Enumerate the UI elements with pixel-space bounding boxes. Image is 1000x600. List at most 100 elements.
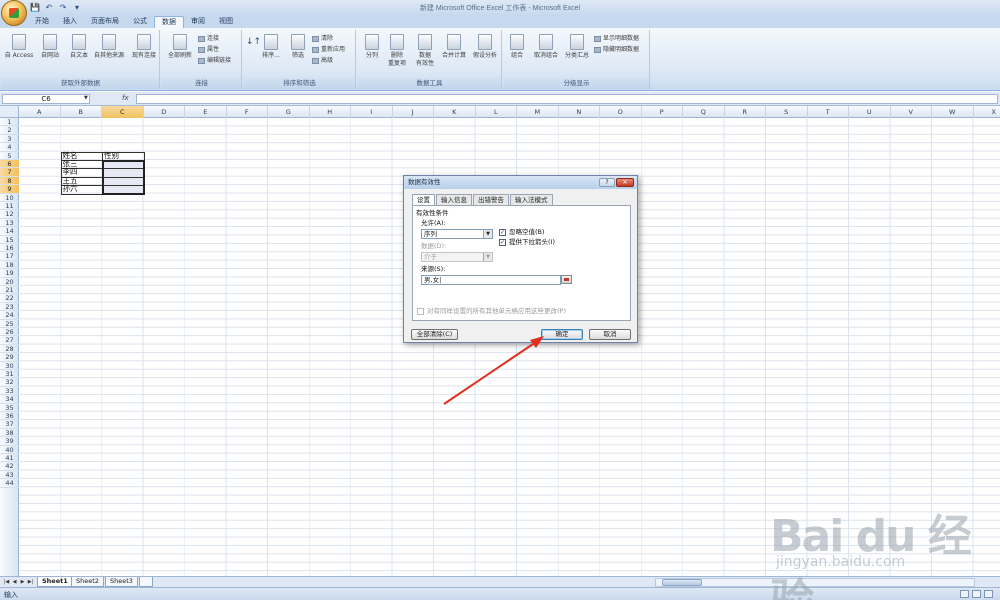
column-header-s[interactable]: S [766, 106, 808, 118]
range-picker-icon[interactable] [561, 275, 572, 284]
row-header-37[interactable]: 37 [0, 420, 19, 429]
column-header-a[interactable]: A [19, 106, 61, 118]
row-header-11[interactable]: 11 [0, 202, 19, 211]
advanced-filter-button[interactable]: 高级 [312, 57, 333, 65]
row-header-36[interactable]: 36 [0, 412, 19, 421]
insert-sheet-icon[interactable] [139, 577, 153, 587]
cancel-button[interactable]: 取消 [589, 329, 631, 340]
row-header-10[interactable]: 10 [0, 194, 19, 202]
column-header-f[interactable]: F [227, 106, 268, 118]
cell-c5[interactable]: 性别 [102, 151, 144, 160]
column-header-u[interactable]: U [849, 106, 891, 118]
chevron-down-icon[interactable]: ▼ [84, 95, 88, 101]
formula-input[interactable] [136, 94, 998, 104]
row-header-19[interactable]: 19 [0, 269, 19, 278]
column-header-w[interactable]: W [932, 106, 974, 118]
row-header-1[interactable]: 1 [0, 118, 19, 127]
tab-1[interactable]: 插入 [56, 16, 84, 28]
clear-all-button[interactable]: 全部清除(C) [411, 329, 458, 340]
row-header-40[interactable]: 40 [0, 446, 19, 454]
name-box[interactable]: C6 [2, 94, 90, 104]
row-header-26[interactable]: 26 [0, 328, 19, 337]
edit-links-button[interactable]: 编辑链接 [198, 57, 231, 65]
row-header-30[interactable]: 30 [0, 362, 19, 370]
first-sheet-icon[interactable]: |◀ [3, 578, 10, 586]
page-layout-icon[interactable] [972, 590, 981, 598]
tab-5[interactable]: 审阅 [184, 16, 212, 28]
row-header-22[interactable]: 22 [0, 294, 19, 303]
column-header-e[interactable]: E [185, 106, 227, 118]
row-header-25[interactable]: 25 [0, 320, 19, 328]
row-header-3[interactable]: 3 [0, 135, 19, 144]
row-header-23[interactable]: 23 [0, 303, 19, 312]
column-header-g[interactable]: G [268, 106, 310, 118]
row-header-32[interactable]: 32 [0, 378, 19, 387]
tab-ime-mode[interactable]: 输入法模式 [510, 194, 553, 205]
sort-button[interactable]: 排序... [258, 34, 284, 60]
filter-button[interactable]: 筛选 [286, 34, 310, 60]
row-header-31[interactable]: 31 [0, 370, 19, 379]
scrollbar-thumb[interactable] [662, 579, 702, 586]
column-header-o[interactable]: O [600, 106, 642, 118]
row-header-44[interactable]: 44 [0, 479, 19, 488]
row-header-6[interactable]: 6 [0, 160, 19, 169]
column-header-j[interactable]: J [393, 106, 434, 118]
subtotal-button[interactable]: 分类汇总 [562, 34, 592, 60]
tab-2[interactable]: 页面布局 [84, 16, 126, 28]
office-button[interactable] [1, 0, 27, 26]
column-header-l[interactable]: L [476, 106, 517, 118]
row-header-12[interactable]: 12 [0, 210, 19, 219]
row-header-38[interactable]: 38 [0, 429, 19, 438]
row-header-4[interactable]: 4 [0, 143, 19, 152]
row-header-20[interactable]: 20 [0, 278, 19, 286]
row-header-35[interactable]: 35 [0, 404, 19, 412]
tab-0[interactable]: 开始 [28, 16, 56, 28]
apply-all-checkbox[interactable] [417, 308, 424, 315]
row-header-9[interactable]: 9 [0, 185, 19, 194]
active-cell-border[interactable] [102, 160, 145, 195]
tab-6[interactable]: 视图 [212, 16, 240, 28]
what-if-analysis-button[interactable]: 假设分析 [470, 34, 500, 60]
row-header-15[interactable]: 15 [0, 236, 19, 244]
last-sheet-icon[interactable]: ▶| [27, 578, 34, 586]
from-access-button[interactable]: 自 Access [4, 34, 34, 60]
cell-b9[interactable]: 孙六 [61, 185, 103, 193]
data-validation-button[interactable]: 数据 有效性 [412, 34, 438, 68]
sheet-tab-sheet2[interactable]: Sheet2 [71, 577, 104, 587]
row-header-21[interactable]: 21 [0, 286, 19, 295]
column-header-r[interactable]: R [725, 106, 766, 118]
from-web-button[interactable]: 自网站 [36, 34, 64, 60]
text-to-columns-button[interactable]: 分列 [360, 34, 384, 60]
close-icon[interactable]: ✕ [616, 178, 634, 187]
consolidate-button[interactable]: 合并计算 [438, 34, 470, 60]
allow-select[interactable]: 序列 ▼ [421, 229, 493, 239]
row-header-2[interactable]: 2 [0, 126, 19, 135]
column-header-k[interactable]: K [434, 106, 476, 118]
tab-input-message[interactable]: 输入信息 [436, 194, 472, 205]
row-header-18[interactable]: 18 [0, 261, 19, 270]
row-header-27[interactable]: 27 [0, 336, 19, 345]
row-header-17[interactable]: 17 [0, 252, 19, 261]
help-icon[interactable]: ? [599, 178, 615, 187]
dropdown-checkbox[interactable]: ✓ [499, 239, 506, 246]
row-header-41[interactable]: 41 [0, 454, 19, 463]
row-header-34[interactable]: 34 [0, 395, 19, 404]
tab-error-alert[interactable]: 出错警告 [473, 194, 509, 205]
clear-filter-button[interactable]: 清除 [312, 35, 333, 43]
prev-sheet-icon[interactable]: ◀ [11, 578, 18, 586]
row-header-16[interactable]: 16 [0, 244, 19, 253]
column-header-x[interactable]: X [974, 106, 1000, 118]
connections-button[interactable]: 连接 [198, 35, 219, 43]
chevron-down-icon[interactable]: ▼ [483, 230, 492, 238]
insert-function-icon[interactable]: fx [122, 94, 129, 102]
ignore-blank-checkbox[interactable]: ✓ [499, 229, 506, 236]
sheet-tab-sheet3[interactable]: Sheet3 [105, 577, 138, 587]
ok-button[interactable]: 确定 [541, 329, 583, 340]
properties-button[interactable]: 属性 [198, 46, 219, 54]
ungroup-button[interactable]: 取消组合 [530, 34, 562, 60]
page-break-icon[interactable] [984, 590, 993, 598]
existing-connections-button[interactable]: 现有连接 [130, 34, 158, 60]
column-header-v[interactable]: V [891, 106, 932, 118]
show-detail-button[interactable]: 显示明细数据 [594, 35, 639, 43]
column-header-q[interactable]: Q [683, 106, 725, 118]
